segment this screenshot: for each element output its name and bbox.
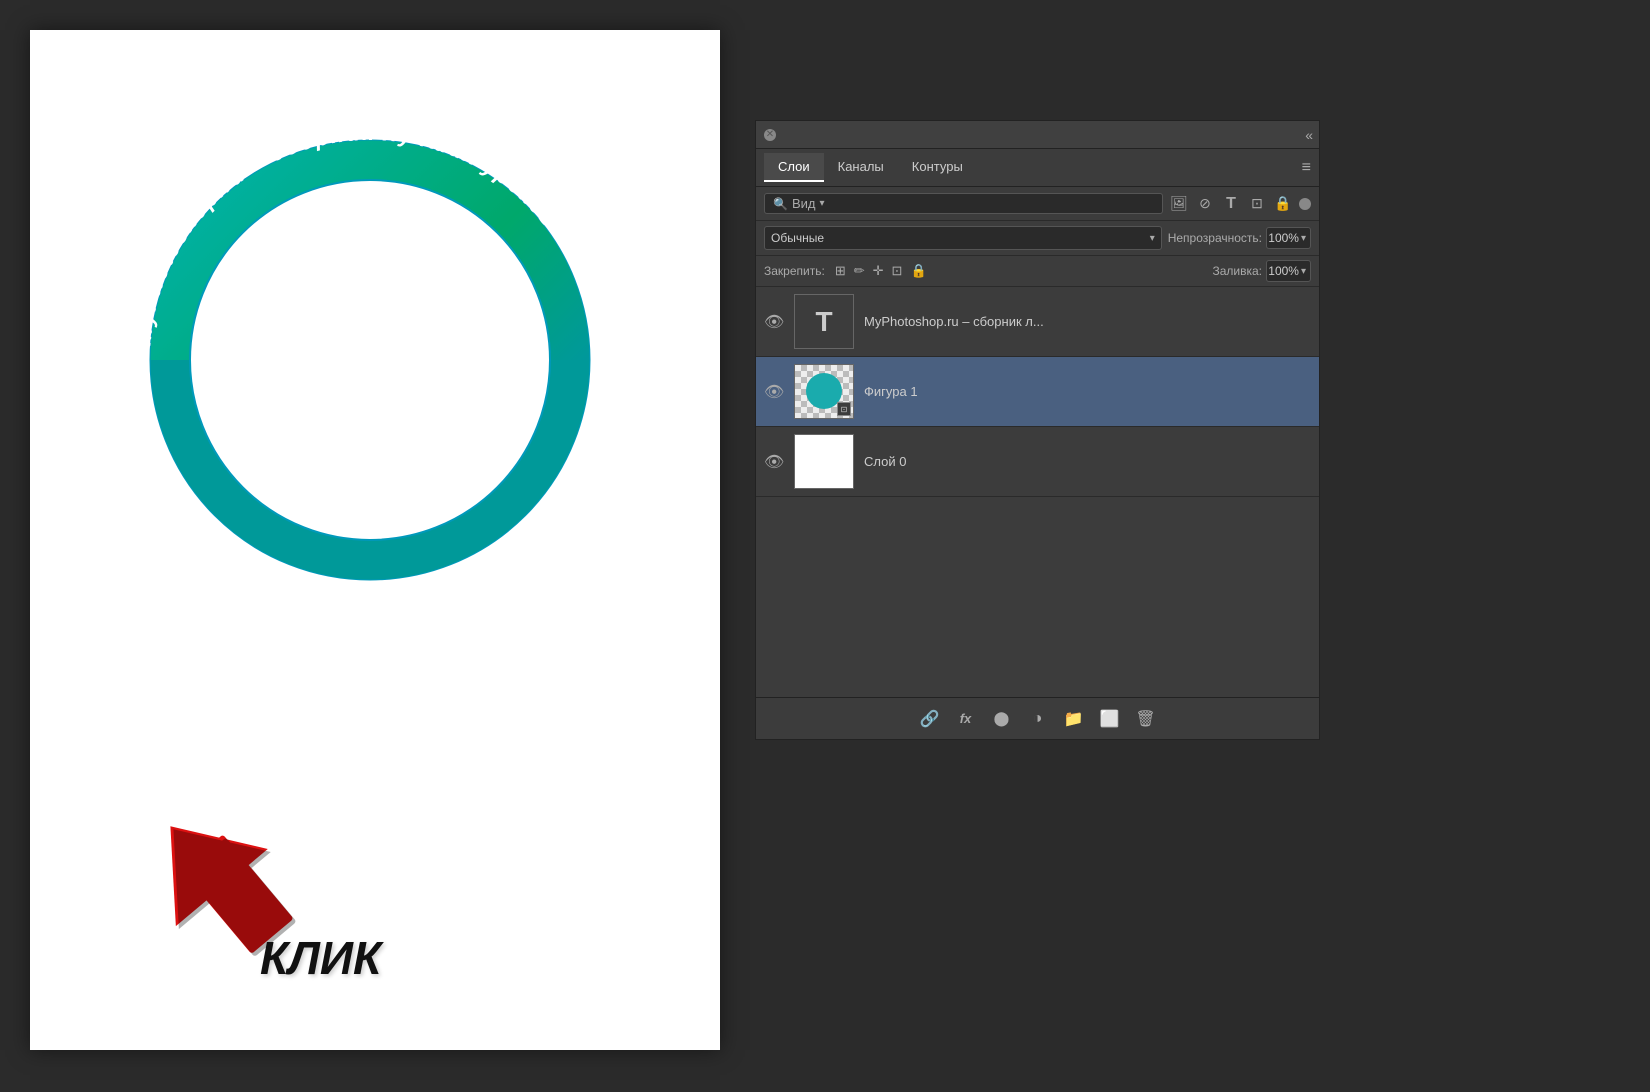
filter-row: 🔍 Вид ▾ 🖼 ⊘ T ⊡ 🔒 (756, 187, 1319, 221)
panel-menu-icon[interactable]: ≡ (1302, 159, 1311, 177)
opacity-label: Непрозрачность: (1168, 231, 1262, 245)
layer-T-icon: T (815, 306, 832, 338)
filter-shape-icon[interactable]: ⊡ (1247, 195, 1267, 212)
search-box[interactable]: 🔍 Вид ▾ (764, 193, 1163, 214)
circle-graphic[interactable]: MyPhotoshop.ru – сборник лучших уроков (90, 80, 650, 640)
lock-artboard-icon[interactable]: ⊡ (892, 263, 903, 279)
layer-item-bg[interactable]: 👁 Слой 0 (756, 427, 1319, 497)
new-layer-icon[interactable]: ⬜ (1098, 709, 1122, 729)
canvas-area: MyPhotoshop.ru – сборник лучших уроков К… (30, 30, 720, 1050)
fill-input[interactable]: 100% ▾ (1266, 260, 1311, 282)
layer-thumb-text: T (794, 294, 854, 349)
bottom-toolbar: 🔗 fx ⬤ ◑ 📁 ⬜ 🗑 (756, 697, 1319, 739)
filter-smart-icon[interactable]: 🔒 (1273, 195, 1293, 212)
lock-row: Закрепить: ⊞ ✏ ✛ ⊡ 🔒 Заливка: 100% ▾ (756, 256, 1319, 287)
adjustment-icon[interactable]: ◑ (1026, 710, 1050, 728)
link-layers-icon[interactable]: 🔗 (918, 709, 942, 729)
close-button[interactable]: ✕ (764, 129, 776, 141)
layer-thumb-bg (794, 434, 854, 489)
search-icon: 🔍 (773, 197, 788, 211)
click-label: КЛИК (260, 931, 381, 985)
fill-label: Заливка: (1212, 264, 1262, 278)
layer-item-text[interactable]: 👁 T MyPhotoshop.ru – сборник л... (756, 287, 1319, 357)
ps-panel: ✕ « Слои Каналы Контуры ≡ 🔍 Вид ▾ 🖼 ⊘ T … (755, 120, 1320, 740)
group-icon[interactable]: 📁 (1062, 709, 1086, 729)
fill-chevron: ▾ (1301, 266, 1306, 277)
layer-link-icon: ⊡ (837, 402, 851, 416)
tab-paths[interactable]: Контуры (898, 153, 977, 182)
opacity-chevron: ▾ (1301, 233, 1306, 244)
tab-channels[interactable]: Каналы (824, 153, 898, 182)
new-fill-icon[interactable]: ⬤ (990, 710, 1014, 727)
blend-chevron-icon: ▾ (1150, 233, 1155, 244)
filter-icons: 🖼 ⊘ T ⊡ 🔒 (1169, 195, 1311, 213)
fill-section: Заливка: 100% ▾ (1212, 260, 1311, 282)
lock-pixels-icon[interactable]: ⊞ (835, 263, 846, 279)
panel-tabs: Слои Каналы Контуры ≡ (756, 149, 1319, 187)
lock-all-icon[interactable]: 🔒 (910, 263, 926, 279)
lock-move-icon[interactable]: ✛ (873, 263, 884, 279)
collapse-button[interactable]: « (1305, 127, 1311, 143)
layer-item-shape[interactable]: 👁 ⊡ Фигура 1 (756, 357, 1319, 427)
layer-visibility-shape[interactable]: 👁 (764, 382, 784, 402)
layer-thumb-shape: ⊡ (794, 364, 854, 419)
tab-layers[interactable]: Слои (764, 153, 824, 182)
blend-mode-select[interactable]: Обычные ▾ (764, 226, 1162, 250)
lock-label: Закрепить: (764, 264, 825, 278)
opacity-section: Непрозрачность: 100% ▾ (1168, 227, 1311, 249)
blend-row: Обычные ▾ Непрозрачность: 100% ▾ (756, 221, 1319, 256)
lock-brush-icon[interactable]: ✏ (854, 263, 865, 279)
filter-adjust-icon[interactable]: ⊘ (1195, 195, 1215, 212)
fx-icon[interactable]: fx (954, 711, 978, 726)
lock-icons: ⊞ ✏ ✛ ⊡ 🔒 (835, 263, 927, 279)
layer-name-bg: Слой 0 (864, 454, 1311, 469)
opacity-input[interactable]: 100% ▾ (1266, 227, 1311, 249)
layer-visibility-bg[interactable]: 👁 (764, 452, 784, 472)
panel-titlebar: ✕ « (756, 121, 1319, 149)
layer-name-shape: Фигура 1 (864, 384, 1311, 399)
filter-dot[interactable] (1299, 198, 1311, 210)
layer-visibility-text[interactable]: 👁 (764, 312, 784, 332)
search-chevron: ▾ (819, 198, 824, 209)
filter-type-icon[interactable]: T (1221, 195, 1241, 213)
layer-name-text: MyPhotoshop.ru – сборник л... (864, 314, 1311, 329)
layers-list: 👁 T MyPhotoshop.ru – сборник л... 👁 ⊡ Фи… (756, 287, 1319, 697)
filter-image-icon[interactable]: 🖼 (1169, 195, 1189, 212)
delete-layer-icon[interactable]: 🗑 (1134, 709, 1158, 729)
search-text: Вид (792, 196, 816, 211)
